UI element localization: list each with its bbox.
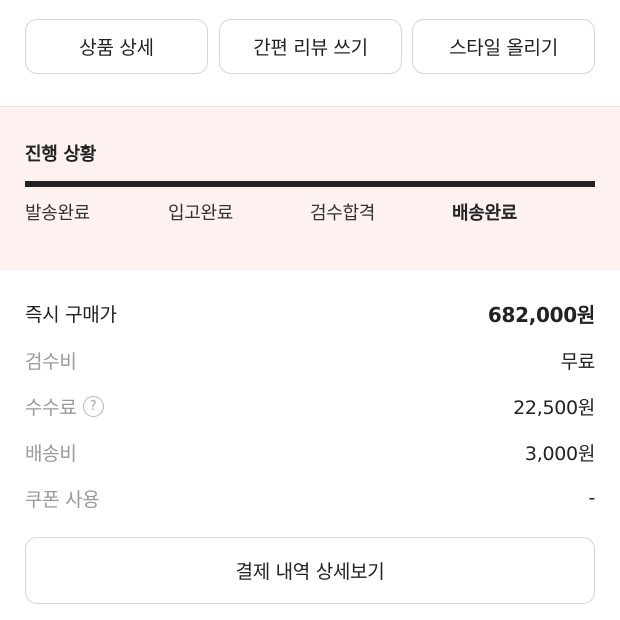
- shipping-fee-label: 배송비: [25, 442, 77, 465]
- help-icon[interactable]: ?: [82, 395, 104, 417]
- step-delivered: 배송완료: [452, 203, 518, 224]
- shipping-fee-value: 3,000원: [524, 442, 595, 465]
- inspection-fee-row: 검수비 무료: [25, 345, 595, 375]
- price-summary: 즉시 구매가 682,000원 검수비 무료 수수료 ? 22,500원 배송비…: [0, 270, 620, 620]
- inspection-fee-value: 무료: [560, 350, 596, 373]
- instant-buy-value: 682,000원: [487, 302, 595, 327]
- progress-bar-fill: [25, 181, 595, 187]
- progress-section: 진행 상황 발송완료 입고완료 검수합격 배송완료: [0, 106, 620, 270]
- inspection-fee-label: 검수비: [25, 350, 77, 373]
- commission-value: 22,500원: [513, 396, 595, 419]
- style-upload-button[interactable]: 스타일 올리기: [412, 19, 595, 74]
- commission-label: 수수료: [25, 396, 77, 419]
- progress-bar: [25, 181, 595, 187]
- step-inspection-passed: 검수합격: [310, 203, 376, 224]
- instant-buy-label: 즉시 구매가: [25, 303, 117, 326]
- coupon-label: 쿠폰 사용: [25, 488, 100, 511]
- commission-label-group: 수수료 ?: [25, 393, 104, 420]
- commission-row: 수수료 ? 22,500원: [25, 391, 595, 421]
- coupon-row: 쿠폰 사용 -: [25, 483, 595, 513]
- order-actions: 상품 상세 간편 리뷰 쓰기 스타일 올리기: [0, 0, 620, 106]
- progress-title: 진행 상황: [25, 144, 97, 165]
- step-shipped: 발송완료: [25, 203, 91, 224]
- instant-buy-row: 즉시 구매가 682,000원: [25, 298, 595, 328]
- payment-detail-button[interactable]: 결제 내역 상세보기: [25, 537, 595, 604]
- shipping-fee-row: 배송비 3,000원: [25, 437, 595, 467]
- step-received: 입고완료: [168, 203, 234, 224]
- quick-review-button[interactable]: 간편 리뷰 쓰기: [219, 19, 402, 74]
- product-detail-button[interactable]: 상품 상세: [25, 19, 208, 74]
- coupon-value: -: [588, 487, 595, 509]
